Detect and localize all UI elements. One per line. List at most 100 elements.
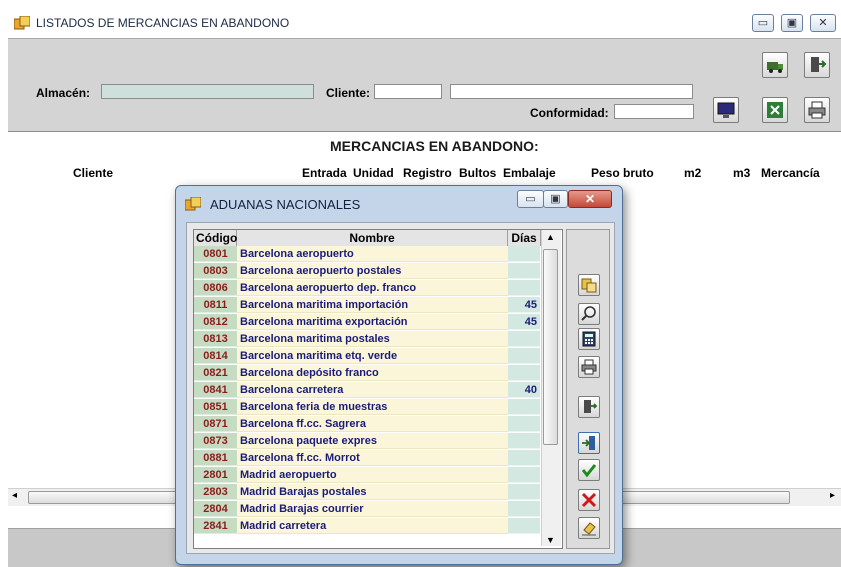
scroll-down-arrow-icon[interactable]: ▼	[546, 535, 555, 545]
row-dias[interactable]: 45	[508, 314, 540, 330]
clear-button[interactable]	[578, 517, 600, 539]
truck-icon	[763, 53, 787, 77]
grid-header-nombre[interactable]: Nombre	[237, 230, 508, 246]
row-code[interactable]: 0841	[194, 382, 237, 398]
scroll-right-arrow-icon[interactable]: ▸	[830, 490, 835, 501]
monitor-icon	[714, 98, 738, 122]
accept-button[interactable]	[578, 459, 600, 481]
grid-header-dias[interactable]: Días	[508, 230, 541, 246]
row-dias[interactable]: 45	[508, 297, 540, 313]
row-code[interactable]: 0811	[194, 297, 237, 313]
row-dias[interactable]	[508, 246, 540, 262]
row-dias[interactable]	[508, 331, 540, 347]
row-dias[interactable]	[508, 518, 540, 534]
column-header-cliente: Cliente	[73, 166, 114, 180]
row-name[interactable]: Barcelona carretera	[237, 382, 508, 398]
grid-header-codigo[interactable]: Código	[194, 230, 237, 246]
close-button[interactable]: ✕	[810, 14, 836, 32]
row-code[interactable]: 0873	[194, 433, 237, 449]
import-button[interactable]	[578, 432, 600, 454]
report-title: MERCANCIAS EN ABANDONO:	[330, 138, 539, 154]
column-header-m2: m2	[684, 166, 702, 180]
row-code[interactable]: 2841	[194, 518, 237, 534]
row-dias[interactable]	[508, 263, 540, 279]
cancel-x-icon	[579, 490, 599, 510]
row-name[interactable]: Barcelona aeropuerto postales	[237, 263, 508, 279]
exit-button[interactable]	[804, 52, 830, 78]
row-name[interactable]: Madrid carretera	[237, 518, 508, 534]
row-name[interactable]: Barcelona aeropuerto	[237, 246, 508, 262]
row-dias[interactable]	[508, 501, 540, 517]
dialog-app-icon	[185, 197, 201, 211]
maximize-button[interactable]: ▣	[781, 14, 803, 32]
row-name[interactable]: Barcelona ff.cc. Morrot	[237, 450, 508, 466]
row-dias[interactable]	[508, 484, 540, 500]
row-name[interactable]: Barcelona maritima importación	[237, 297, 508, 313]
row-code[interactable]: 2801	[194, 467, 237, 483]
row-code[interactable]: 0821	[194, 365, 237, 381]
monitor-button[interactable]	[713, 97, 739, 123]
row-dias[interactable]	[508, 365, 540, 381]
row-name[interactable]: Barcelona feria de muestras	[237, 399, 508, 415]
dialog-close-button[interactable]: ✕	[568, 190, 612, 208]
print-button[interactable]	[804, 97, 830, 123]
column-header-bultos: Bultos	[459, 166, 497, 180]
row-dias[interactable]	[508, 348, 540, 364]
row-code[interactable]: 0814	[194, 348, 237, 364]
row-code[interactable]: 2803	[194, 484, 237, 500]
row-dias[interactable]	[508, 416, 540, 432]
row-name[interactable]: Barcelona maritima exportación	[237, 314, 508, 330]
column-header-unidad: Unidad	[353, 166, 394, 180]
row-name[interactable]: Barcelona ff.cc. Sagrera	[237, 416, 508, 432]
dialog-title: ADUANAS NACIONALES	[210, 197, 361, 212]
minimize-button[interactable]: ▭	[752, 14, 774, 32]
print-list-button[interactable]	[578, 356, 600, 378]
excel-export-button[interactable]	[762, 97, 788, 123]
row-code[interactable]: 0803	[194, 263, 237, 279]
row-name[interactable]: Barcelona maritima postales	[237, 331, 508, 347]
row-name[interactable]: Madrid aeropuerto	[237, 467, 508, 483]
row-code[interactable]: 0871	[194, 416, 237, 432]
row-dias[interactable]	[508, 450, 540, 466]
cancel-button[interactable]	[578, 489, 600, 511]
calculator-button[interactable]	[578, 328, 600, 350]
scroll-left-arrow-icon[interactable]: ◂	[12, 490, 17, 501]
exit-dialog-button[interactable]	[578, 396, 600, 418]
search-button[interactable]	[578, 303, 600, 325]
dialog-minimize-button[interactable]: ▭	[517, 190, 544, 208]
dialog-maximize-button[interactable]: ▣	[543, 190, 568, 208]
row-dias[interactable]	[508, 467, 540, 483]
row-name[interactable]: Barcelona paquete expres	[237, 433, 508, 449]
row-dias[interactable]	[508, 399, 540, 415]
exit-door-icon	[579, 397, 599, 417]
row-name[interactable]: Barcelona maritima etq. verde	[237, 348, 508, 364]
conformidad-field[interactable]	[614, 104, 694, 119]
checkmark-icon	[579, 460, 599, 480]
eraser-icon	[579, 518, 599, 538]
row-code[interactable]: 0801	[194, 246, 237, 262]
row-dias[interactable]	[508, 280, 540, 296]
row-name[interactable]: Madrid Barajas courrier	[237, 501, 508, 517]
row-code[interactable]: 0806	[194, 280, 237, 296]
row-code[interactable]: 0813	[194, 331, 237, 347]
row-dias[interactable]: 40	[508, 382, 540, 398]
column-header-entrada: Entrada	[302, 166, 347, 180]
row-code[interactable]: 0812	[194, 314, 237, 330]
row-code[interactable]: 2804	[194, 501, 237, 517]
row-name[interactable]: Barcelona aeropuerto dep. franco	[237, 280, 508, 296]
row-dias[interactable]	[508, 433, 540, 449]
column-header-mercancia: Mercancía	[761, 166, 820, 180]
row-code[interactable]: 0851	[194, 399, 237, 415]
row-name[interactable]: Madrid Barajas postales	[237, 484, 508, 500]
row-name[interactable]: Barcelona depósito franco	[237, 365, 508, 381]
cliente-name-field[interactable]	[450, 84, 693, 99]
row-code[interactable]: 0881	[194, 450, 237, 466]
exit-door-icon	[805, 53, 829, 77]
almacen-field[interactable]	[101, 84, 314, 99]
truck-button[interactable]	[762, 52, 788, 78]
scroll-up-arrow-icon[interactable]: ▲	[546, 232, 555, 242]
copy-button[interactable]	[578, 274, 600, 296]
cliente-code-field[interactable]	[374, 84, 442, 99]
column-header-registro: Registro	[403, 166, 452, 180]
vertical-scroll-thumb[interactable]	[543, 249, 558, 445]
